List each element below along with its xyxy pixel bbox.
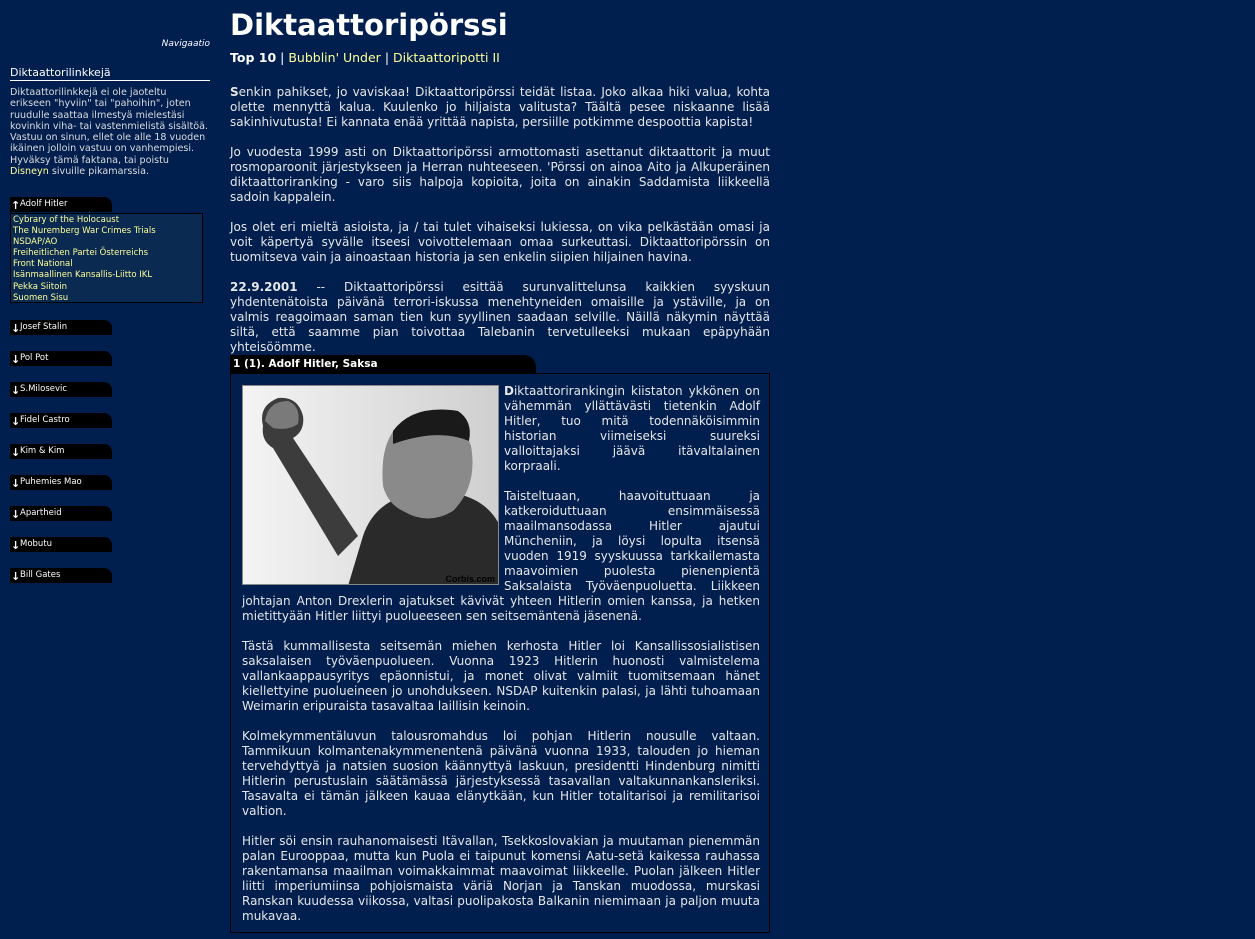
ranking-section: Corbis.com Diktaattorirankingin kiistato… xyxy=(230,373,770,933)
tab-label: Mobutu xyxy=(20,539,53,549)
tab-label: Bill Gates xyxy=(20,570,61,580)
sidebar-title: Diktaattorilinkkejä xyxy=(10,66,210,81)
intro-paragraph: Senkin pahikset, jo vaviskaa! Diktaattor… xyxy=(230,85,770,130)
tab-label: Pol Pot xyxy=(20,353,49,363)
arrow-down-icon: ↓ xyxy=(11,539,21,552)
tab-puhemies-mao[interactable]: ↓ Puhemies Mao xyxy=(10,475,112,490)
link-fpo[interactable]: Freiheitlichen Partei Österreichs xyxy=(13,248,202,259)
page-title: Diktaattoripörssi xyxy=(230,8,508,42)
link-cybrary-holocaust[interactable]: Cybrary of the Holocaust xyxy=(13,215,202,226)
sidebar-description-text: Diktaattorilinkkejä ei ole jaoteltu erik… xyxy=(10,87,209,166)
tab-pol-pot[interactable]: ↓ Pol Pot xyxy=(10,351,112,366)
arrow-down-icon: ↓ xyxy=(11,322,21,335)
tab-kim-kim[interactable]: ↓ Kim & Kim xyxy=(10,444,112,459)
tab-apartheid[interactable]: ↓ Apartheid xyxy=(10,506,112,521)
ranking-paragraph-4: Kolmekymmentäluvun talousromahdus loi po… xyxy=(242,729,760,818)
tab-label: Kim & Kim xyxy=(20,446,65,456)
sidebar-description-end: sivuille pikamarssia. xyxy=(51,166,150,178)
nav-separator: | xyxy=(384,50,390,65)
tab-label: Adolf Hitler xyxy=(20,199,68,209)
tab-mobutu[interactable]: ↓ Mobutu xyxy=(10,537,112,552)
arrow-down-icon: ↓ xyxy=(11,570,21,583)
arrow-down-icon: ↓ xyxy=(11,415,21,428)
nav-separator: | xyxy=(280,50,285,65)
ranking-text: Diktaattorirankingin kiistaton ykkönen o… xyxy=(242,384,760,939)
history-paragraph: Jo vuodesta 1999 asti on Diktaattoripörs… xyxy=(230,145,770,204)
arrow-up-icon: ↑ xyxy=(11,199,21,212)
ranking-paragraph-1-text: iktaattorirankingin kiistaton ykkönen on… xyxy=(504,384,760,473)
tab-label: Fidel Castro xyxy=(20,415,70,425)
ranking-heading: 1 (1). Adolf Hitler, Saksa xyxy=(233,358,378,370)
disclaimer-paragraph: Jos olet eri mieltä asioista, ja / tai t… xyxy=(230,220,770,264)
arrow-down-icon: ↓ xyxy=(11,446,21,459)
intro-initial: S xyxy=(230,85,239,99)
tab-adolf-hitler[interactable]: ↑ Adolf Hitler xyxy=(10,197,112,212)
tab-label: Puhemies Mao xyxy=(20,477,82,487)
nav-current-top10: Top 10 xyxy=(230,50,277,65)
link-ikl[interactable]: Isänmaallinen Kansallis-Liitto IKL xyxy=(13,270,202,281)
arrow-down-icon: ↓ xyxy=(11,384,21,397)
news-date: 22.9.2001 xyxy=(230,280,298,294)
ranking-heading-tab: 1 (1). Adolf Hitler, Saksa xyxy=(230,355,536,373)
nav-link-bubblin-under[interactable]: Bubblin' Under xyxy=(288,50,380,65)
link-front-national[interactable]: Front National xyxy=(13,259,202,270)
news-paragraph: 22.9.2001 -- Diktaattoripörssi esittää s… xyxy=(230,280,770,355)
tab-milosevic[interactable]: ↓ S.Milosevic xyxy=(10,382,112,397)
disney-link[interactable]: Disneyn xyxy=(10,166,49,177)
link-suomen-sisu[interactable]: Suomen Sisu xyxy=(13,293,202,304)
top-navigation: Top 10 | Bubblin' Under | Diktaattoripot… xyxy=(230,50,500,65)
nav-link-diktaattoripotti[interactable]: Diktaattoripotti II xyxy=(393,50,500,65)
intro-text: enkin pahikset, jo vaviskaa! Diktaattori… xyxy=(230,85,770,129)
link-nuremberg-trials[interactable]: The Nuremberg War Crimes Trials xyxy=(13,226,202,237)
tab-fidel-castro[interactable]: ↓ Fidel Castro xyxy=(10,413,112,428)
arrow-down-icon: ↓ xyxy=(11,477,21,490)
arrow-down-icon: ↓ xyxy=(11,508,21,521)
navigation-label: Navigaatio xyxy=(161,39,210,49)
link-nsdap-ao[interactable]: NSDAP/AO xyxy=(13,237,202,248)
ranking-paragraph-5: Hitler söi ensin rauhanomaisesti Itävall… xyxy=(242,834,760,923)
tab-label: S.Milosevic xyxy=(20,384,68,394)
tab-josef-stalin[interactable]: ↓ Josef Stalin xyxy=(10,320,112,335)
ranking-paragraph-3: Tästä kummallisesta seitsemän miehen ker… xyxy=(242,639,760,713)
tab-label: Josef Stalin xyxy=(20,322,68,332)
arrow-down-icon: ↓ xyxy=(11,353,21,366)
tab-bill-gates[interactable]: ↓ Bill Gates xyxy=(10,568,112,583)
news-text: -- Diktaattoripörssi esittää surunvalitt… xyxy=(230,280,770,354)
ranking-initial: D xyxy=(504,384,514,398)
hitler-links-box: Cybrary of the Holocaust The Nuremberg W… xyxy=(10,213,203,303)
tab-label: Apartheid xyxy=(20,508,62,518)
sidebar-description: Diktaattorilinkkejä ei ole jaoteltu erik… xyxy=(10,87,210,177)
link-pekka-siitoin[interactable]: Pekka Siitoin xyxy=(13,282,202,293)
